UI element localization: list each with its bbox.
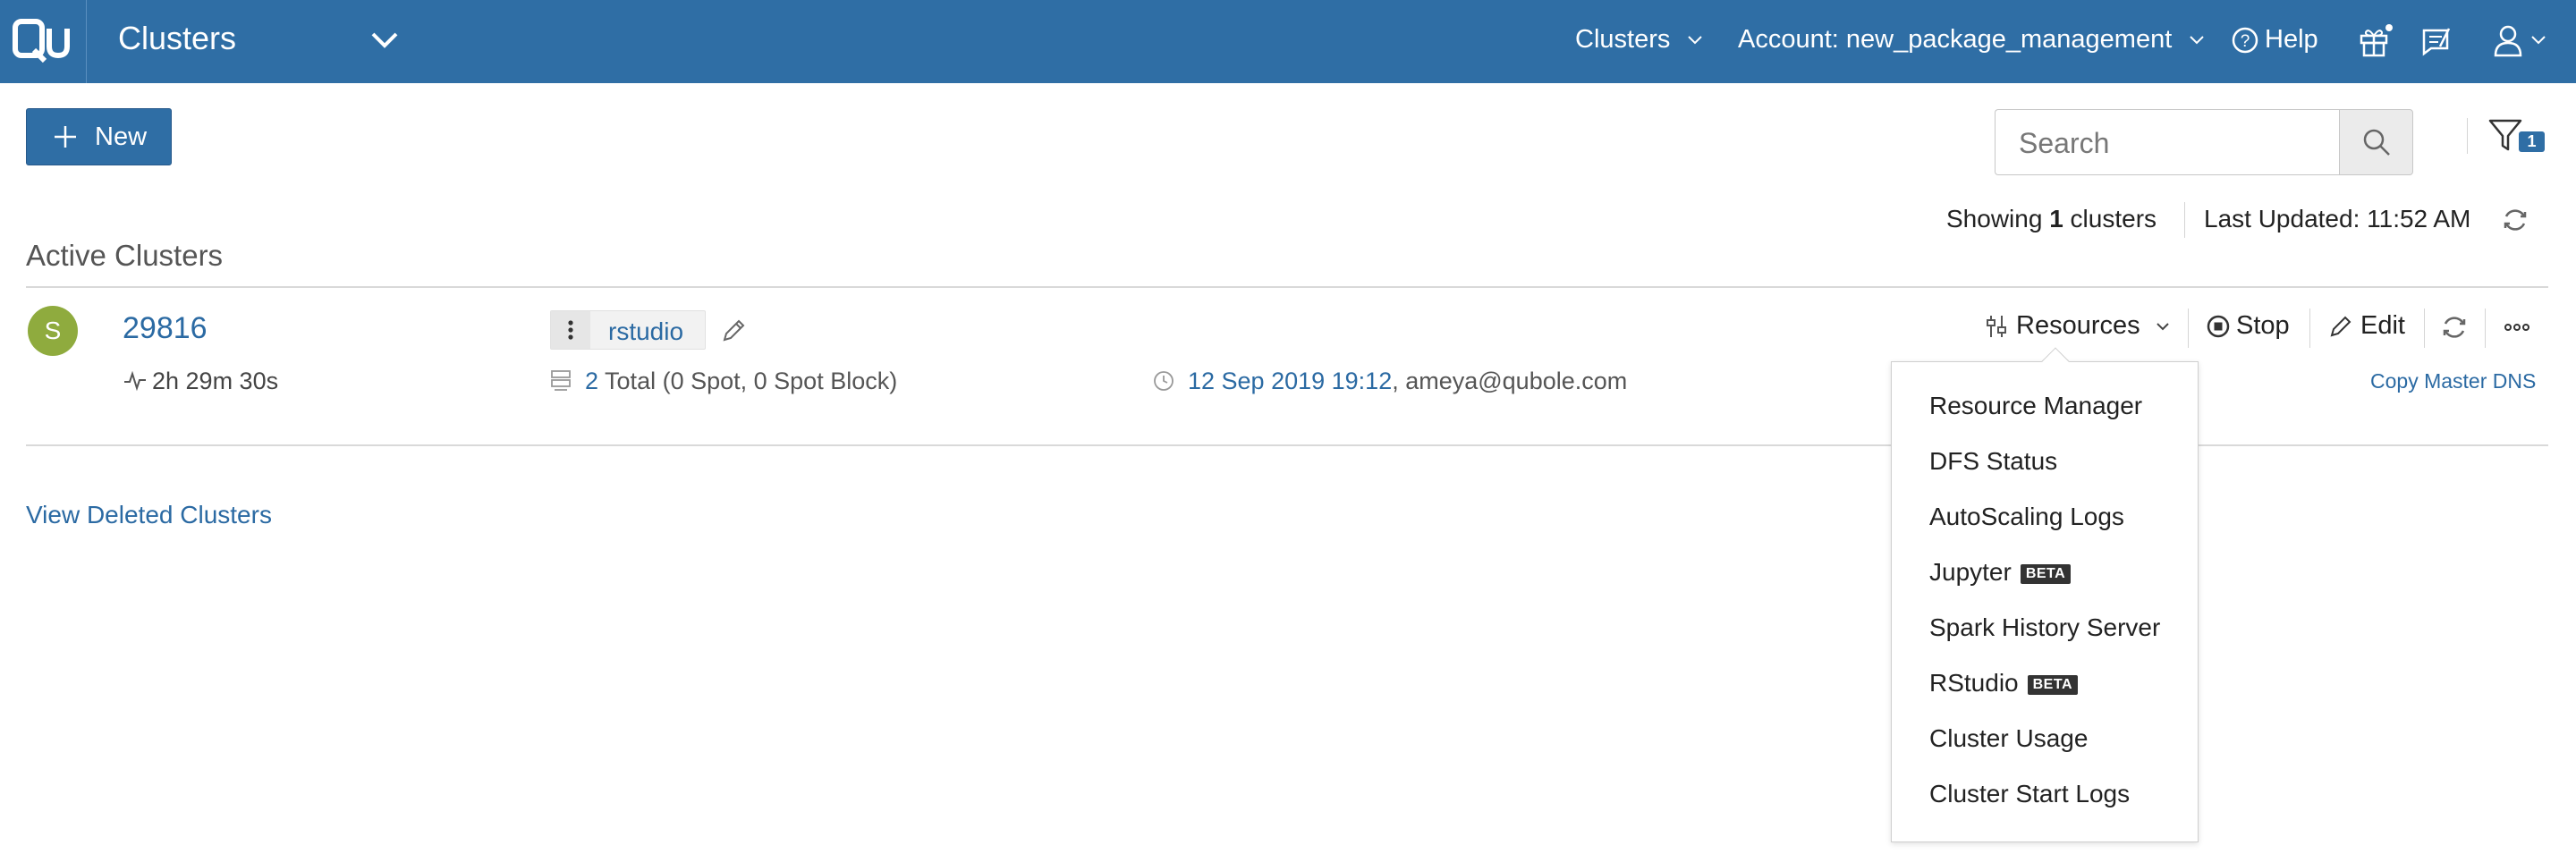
filter-icon: [2488, 119, 2522, 151]
cluster-started-info: 12 Sep 2019 19:12, ameya@qubole.com: [1188, 368, 1628, 394]
user-menu[interactable]: [2492, 23, 2546, 63]
section-title: Active Clusters: [26, 239, 224, 272]
kebab-menu-icon[interactable]: [551, 311, 590, 349]
action-divider: [2485, 309, 2486, 348]
chevron-down-icon: [2531, 36, 2546, 45]
menu-item-cluster-usage[interactable]: Cluster Usage: [1929, 724, 2088, 753]
menu-item-autoscaling-logs[interactable]: AutoScaling Logs: [1929, 503, 2124, 531]
app-switcher-chevron-icon[interactable]: [369, 27, 401, 58]
copy-master-dns-link[interactable]: Copy Master DNS: [2370, 369, 2536, 393]
top-navbar: Clusters Clusters Account: new_package_m…: [0, 0, 2576, 83]
status-divider: [2184, 202, 2185, 238]
edit-cluster-button[interactable]: Edit: [2328, 311, 2405, 341]
help-link[interactable]: ? Help: [2231, 25, 2318, 55]
cluster-count-text: Showing 1 clusters: [1946, 205, 2157, 233]
svg-text:?: ?: [2241, 32, 2250, 51]
edit-label-pencil-icon[interactable]: [719, 317, 748, 345]
resources-dropdown-button[interactable]: Resources: [1986, 311, 2171, 341]
beta-badge: BETA: [2027, 674, 2078, 695]
cluster-id-link[interactable]: 29816: [123, 311, 208, 346]
menu-item-rstudio[interactable]: RStudio BETA: [1929, 669, 2078, 698]
search-field[interactable]: [1995, 109, 2340, 175]
cluster-count: 1: [2049, 205, 2063, 233]
refresh-list-icon[interactable]: [2501, 206, 2529, 239]
menu-pointer: [2041, 347, 2070, 376]
last-updated-text: Last Updated: 11:52 AM: [2204, 205, 2471, 233]
qubole-logo[interactable]: [0, 0, 87, 83]
user-icon: [2494, 25, 2522, 57]
search-icon: [2363, 129, 2390, 156]
started-time-link[interactable]: 12 Sep 2019 19:12: [1188, 368, 1392, 394]
resources-sliders-icon: [1987, 316, 2006, 338]
search-button[interactable]: [2339, 109, 2413, 175]
menu-item-cluster-start-logs[interactable]: Cluster Start Logs: [1929, 780, 2130, 808]
filter-count-badge: 1: [2519, 131, 2545, 152]
filter-button[interactable]: [2487, 117, 2523, 159]
cluster-label-tag[interactable]: rstudio: [550, 310, 706, 350]
clusters-nav-label: Clusters: [1575, 25, 1671, 54]
resources-label: Resources: [2016, 311, 2140, 340]
action-divider: [2309, 309, 2310, 348]
section-divider: [26, 286, 2548, 288]
stop-cluster-button[interactable]: Stop: [2206, 311, 2290, 341]
chevron-down-icon: [2190, 36, 2205, 45]
resources-dropdown-menu: Resource Manager DFS Status AutoScaling …: [1891, 347, 2199, 842]
beta-badge: BETA: [2020, 563, 2072, 584]
account-label: Account: new_package_management: [1738, 25, 2173, 54]
nodes-count-link[interactable]: 2: [585, 368, 598, 394]
feedback-icon[interactable]: [2420, 25, 2453, 62]
chevron-down-icon: [2156, 323, 2169, 331]
action-divider: [2424, 309, 2425, 348]
pulse-icon: [124, 370, 146, 392]
new-button-label: New: [95, 123, 148, 151]
edit-label: Edit: [2360, 311, 2405, 340]
cluster-label: rstudio: [608, 317, 684, 345]
account-menu[interactable]: Account: new_package_management: [1738, 25, 2206, 55]
new-cluster-button[interactable]: New: [26, 108, 172, 165]
plus-icon: [55, 126, 76, 148]
chevron-down-icon: [1688, 36, 1703, 45]
stop-label: Stop: [2236, 311, 2290, 340]
nodes-server-icon: [551, 370, 571, 391]
help-circle-icon: ?: [2232, 28, 2258, 54]
refresh-cluster-icon[interactable]: [2440, 313, 2469, 342]
clock-icon: [1154, 371, 1174, 391]
pencil-icon: [2330, 316, 2351, 337]
search-input[interactable]: [2017, 126, 2321, 161]
gift-icon[interactable]: [2358, 23, 2394, 63]
clusters-nav-menu[interactable]: Clusters: [1575, 25, 1704, 55]
cluster-type-avatar: S: [28, 306, 78, 356]
stop-icon: [2207, 316, 2230, 338]
app-title: Clusters: [118, 20, 237, 56]
cluster-uptime: 2h 29m 30s: [152, 368, 279, 394]
menu-item-jupyter[interactable]: Jupyter BETA: [1929, 558, 2072, 587]
toolbar-divider: [2467, 118, 2468, 154]
view-deleted-clusters-link[interactable]: View Deleted Clusters: [26, 501, 272, 529]
more-options-icon[interactable]: [2503, 318, 2531, 336]
cluster-nodes-info: 2 Total (0 Spot, 0 Spot Block): [585, 368, 898, 394]
menu-item-resource-manager[interactable]: Resource Manager: [1929, 392, 2142, 420]
action-divider: [2188, 309, 2189, 348]
help-label: Help: [2265, 25, 2318, 54]
menu-item-spark-history-server[interactable]: Spark History Server: [1929, 613, 2160, 642]
menu-item-dfs-status[interactable]: DFS Status: [1929, 447, 2057, 476]
